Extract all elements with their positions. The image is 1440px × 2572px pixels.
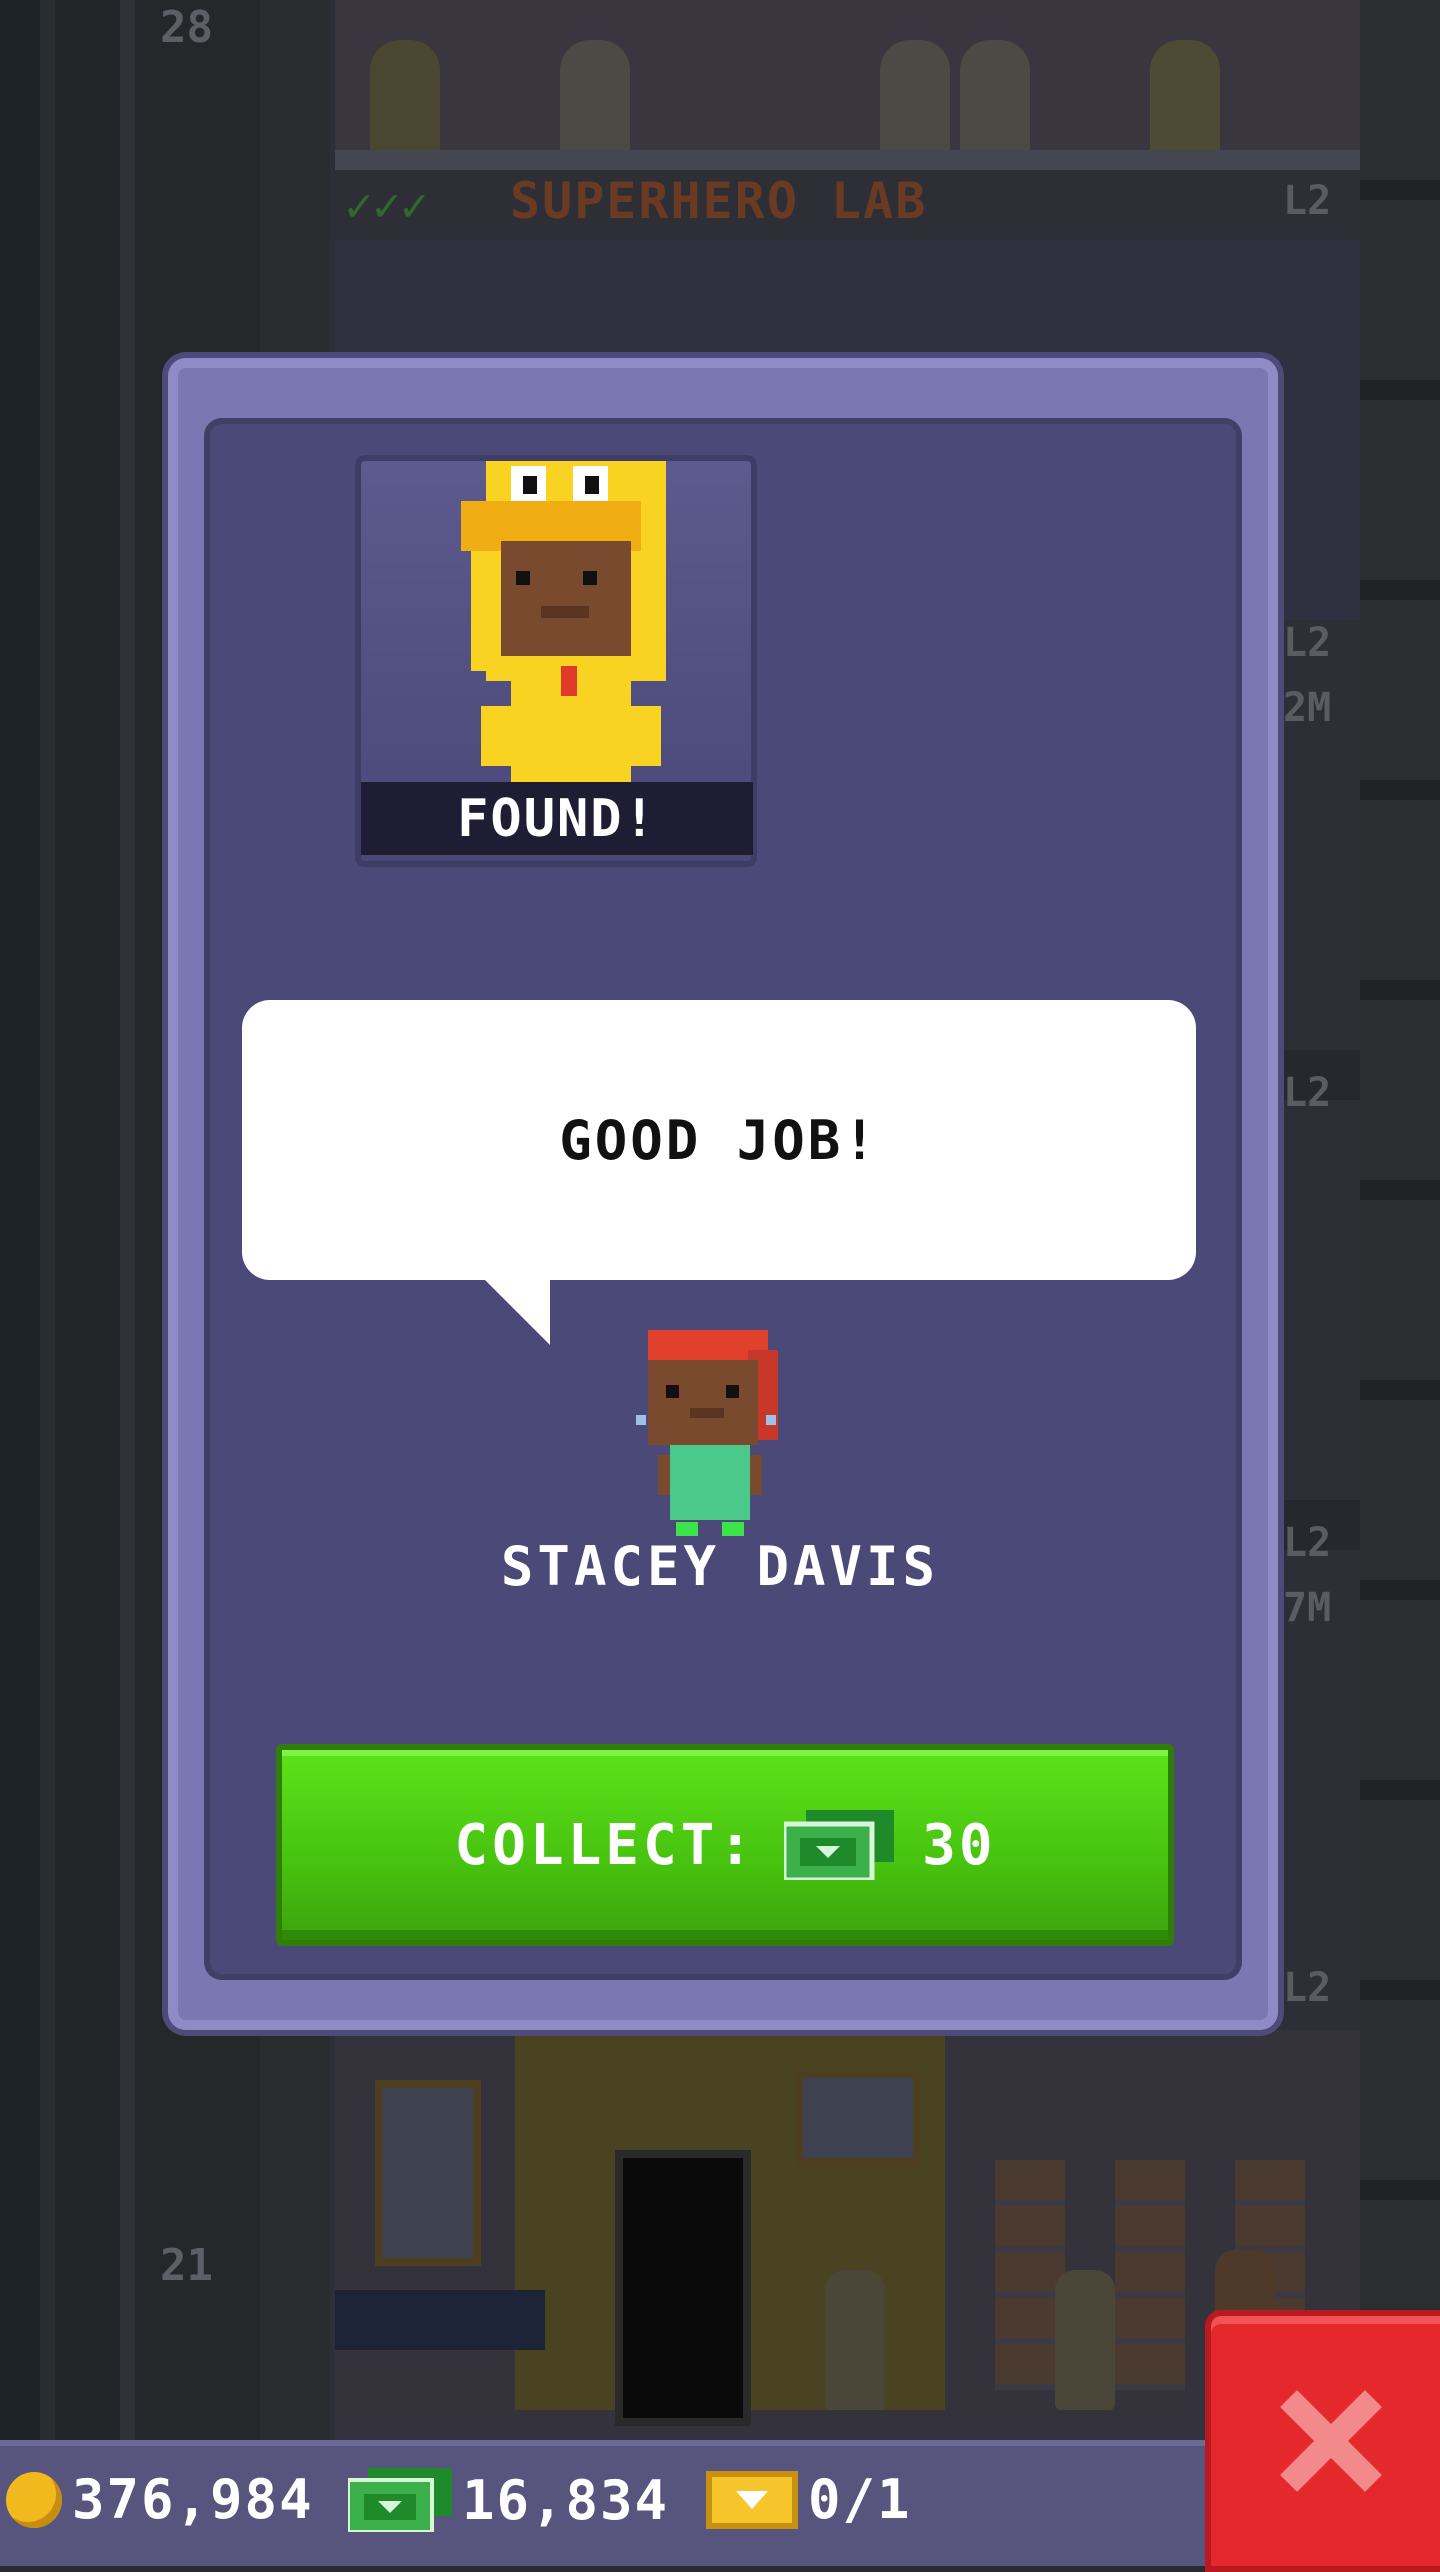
side-label: 7M: [1283, 1585, 1332, 1631]
speech-bubble: GOOD JOB!: [242, 1000, 1196, 1280]
bux-cash-icon: [784, 1810, 895, 1880]
bux-cash-icon: [348, 2468, 452, 2532]
picture-frame: [795, 2070, 921, 2166]
golden-ticket-icon: [706, 2470, 798, 2529]
bux-value: 16,834: [462, 2468, 670, 2532]
tickets-value: 0/1: [808, 2468, 912, 2531]
tower-edge: [1360, 0, 1440, 2440]
side-label: 2M: [1283, 685, 1332, 731]
stacey-davis-avatar-icon: [636, 1330, 778, 1536]
floor-top-people: [360, 20, 1360, 160]
coin-icon: [6, 2471, 62, 2528]
tickets-counter[interactable]: 0/1: [706, 2468, 912, 2531]
close-button[interactable]: [1205, 2310, 1440, 2572]
collect-label: COLLECT:: [454, 1812, 757, 1878]
floor-name: SUPERHERO LAB: [510, 172, 928, 230]
npc-name: STACEY DAVIS: [500, 1535, 940, 1598]
side-label: L2: [1283, 1965, 1332, 2011]
speech-bubble-tail: [480, 1275, 550, 1345]
found-label: FOUND!: [361, 782, 753, 855]
side-label: L2: [1283, 1070, 1332, 1116]
tenant: [1055, 2270, 1115, 2410]
coins-counter[interactable]: 376,984: [6, 2468, 314, 2531]
side-label: L2: [1283, 620, 1332, 666]
floor-divider: [335, 150, 1360, 170]
bookshelf: [1115, 2160, 1185, 2390]
floor-level-label: L2: [1283, 178, 1332, 224]
close-x-icon: [1280, 2390, 1382, 2492]
side-label: L2: [1283, 1520, 1332, 1566]
door: [615, 2150, 751, 2426]
tenant: [825, 2270, 885, 2410]
floor-number-bottom: 21: [160, 2240, 213, 2291]
collect-amount: 30: [922, 1812, 996, 1878]
floor-number-top: 28: [160, 2, 213, 53]
bux-counter[interactable]: 16,834: [348, 2468, 669, 2532]
floor-checkmarks: ✓✓✓: [345, 178, 429, 232]
picture-frame: [375, 2080, 481, 2266]
speech-text: GOOD JOB!: [559, 1108, 879, 1172]
collect-button[interactable]: COLLECT: 30: [276, 1744, 1174, 1946]
coins-value: 376,984: [72, 2468, 314, 2531]
